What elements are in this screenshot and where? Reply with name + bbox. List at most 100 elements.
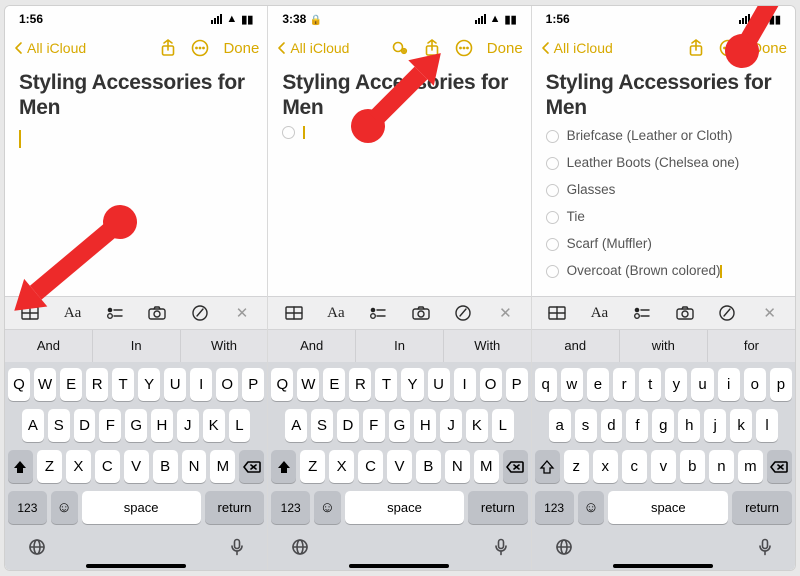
text-format-button[interactable]: Aa: [322, 301, 350, 325]
mic-icon[interactable]: [758, 538, 772, 561]
key-S[interactable]: S: [311, 409, 333, 442]
backspace-key[interactable]: [239, 450, 264, 483]
key-M[interactable]: M: [474, 450, 499, 483]
share-icon[interactable]: [423, 39, 441, 57]
marker-icon[interactable]: [186, 301, 214, 325]
key-E[interactable]: E: [60, 368, 82, 401]
note-title[interactable]: Styling Accessories for Men: [546, 70, 781, 120]
key-L[interactable]: l: [756, 409, 778, 442]
emoji-key[interactable]: ☺: [51, 491, 78, 524]
key-A[interactable]: a: [549, 409, 571, 442]
globe-icon[interactable]: [291, 538, 309, 561]
key-D[interactable]: d: [601, 409, 623, 442]
back-button[interactable]: All iCloud: [13, 40, 86, 56]
key-K[interactable]: K: [466, 409, 488, 442]
checklist-icon[interactable]: [364, 301, 392, 325]
marker-icon[interactable]: [713, 301, 741, 325]
key-U[interactable]: U: [428, 368, 450, 401]
emoji-key[interactable]: ☺: [314, 491, 341, 524]
emoji-key[interactable]: ☺: [578, 491, 605, 524]
key-J[interactable]: J: [177, 409, 199, 442]
done-button[interactable]: Done: [487, 40, 523, 57]
key-S[interactable]: S: [48, 409, 70, 442]
checklist-icon[interactable]: [628, 301, 656, 325]
table-icon[interactable]: [280, 301, 308, 325]
key-W[interactable]: W: [34, 368, 56, 401]
key-G[interactable]: G: [389, 409, 411, 442]
key-J[interactable]: j: [704, 409, 726, 442]
mic-icon[interactable]: [230, 538, 244, 561]
key-P[interactable]: P: [506, 368, 528, 401]
key-O[interactable]: O: [216, 368, 238, 401]
camera-icon[interactable]: [671, 301, 699, 325]
return-key[interactable]: return: [732, 491, 792, 524]
key-V[interactable]: v: [651, 450, 676, 483]
key-X[interactable]: x: [593, 450, 618, 483]
key-Z[interactable]: Z: [37, 450, 62, 483]
key-K[interactable]: k: [730, 409, 752, 442]
suggestion[interactable]: for: [708, 330, 795, 362]
globe-icon[interactable]: [28, 538, 46, 561]
suggestion[interactable]: With: [444, 330, 531, 362]
checklist-item[interactable]: Briefcase (Leather or Cloth): [546, 126, 781, 147]
key-W[interactable]: w: [561, 368, 583, 401]
key-N[interactable]: N: [445, 450, 470, 483]
space-key[interactable]: space: [345, 491, 464, 524]
key-G[interactable]: g: [652, 409, 674, 442]
suggestion[interactable]: And: [5, 330, 93, 362]
note-title[interactable]: Styling Accessories for Men: [19, 70, 253, 120]
key-B[interactable]: B: [416, 450, 441, 483]
key-U[interactable]: u: [691, 368, 713, 401]
shift-key[interactable]: [8, 450, 33, 483]
space-key[interactable]: space: [608, 491, 728, 524]
text-format-button[interactable]: Aa: [585, 301, 613, 325]
suggestion[interactable]: and: [532, 330, 620, 362]
key-I[interactable]: I: [190, 368, 212, 401]
key-Y[interactable]: y: [665, 368, 687, 401]
key-X[interactable]: X: [329, 450, 354, 483]
home-indicator[interactable]: [613, 564, 713, 568]
key-I[interactable]: i: [718, 368, 740, 401]
key-I[interactable]: I: [454, 368, 476, 401]
check-circle-icon[interactable]: [546, 157, 559, 170]
shift-key[interactable]: [271, 450, 296, 483]
table-icon[interactable]: [16, 301, 44, 325]
check-circle-icon[interactable]: [546, 184, 559, 197]
back-button[interactable]: All iCloud: [276, 40, 349, 56]
key-A[interactable]: A: [22, 409, 44, 442]
key-O[interactable]: O: [480, 368, 502, 401]
key-E[interactable]: E: [323, 368, 345, 401]
back-button[interactable]: All iCloud: [540, 40, 613, 56]
collab-icon[interactable]: [391, 39, 409, 57]
key-O[interactable]: o: [744, 368, 766, 401]
key-M[interactable]: m: [738, 450, 763, 483]
key-T[interactable]: T: [375, 368, 397, 401]
return-key[interactable]: return: [468, 491, 528, 524]
suggestion[interactable]: In: [356, 330, 444, 362]
key-L[interactable]: L: [229, 409, 251, 442]
note-body[interactable]: Styling Accessories for Men Briefcase (L…: [532, 64, 795, 296]
table-icon[interactable]: [543, 301, 571, 325]
key-R[interactable]: r: [613, 368, 635, 401]
note-body[interactable]: Styling Accessories for Men: [5, 64, 267, 296]
checklist-item[interactable]: Overcoat (Brown colored): [546, 261, 781, 282]
numeric-key[interactable]: 123: [271, 491, 310, 524]
close-icon[interactable]: ✕: [756, 301, 784, 325]
numeric-key[interactable]: 123: [8, 491, 47, 524]
key-B[interactable]: B: [153, 450, 178, 483]
more-icon[interactable]: [191, 39, 209, 57]
key-X[interactable]: X: [66, 450, 91, 483]
backspace-key[interactable]: [503, 450, 528, 483]
key-F[interactable]: F: [99, 409, 121, 442]
checklist-item[interactable]: Leather Boots (Chelsea one): [546, 153, 781, 174]
key-D[interactable]: D: [74, 409, 96, 442]
check-circle-icon[interactable]: [546, 238, 559, 251]
checklist-item[interactable]: Tie: [546, 207, 781, 228]
key-N[interactable]: N: [182, 450, 207, 483]
check-circle-icon[interactable]: [546, 130, 559, 143]
check-circle-icon[interactable]: [546, 265, 559, 278]
share-icon[interactable]: [687, 39, 705, 57]
key-Z[interactable]: Z: [300, 450, 325, 483]
backspace-key[interactable]: [767, 450, 792, 483]
camera-icon[interactable]: [143, 301, 171, 325]
